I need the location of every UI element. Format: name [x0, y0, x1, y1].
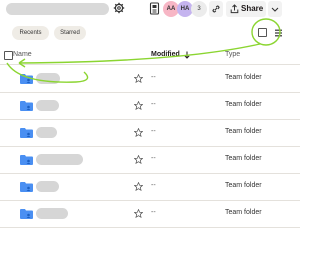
row-name-redacted[interactable]	[36, 100, 59, 111]
share-button[interactable]: Share	[226, 1, 266, 17]
team-folder-icon	[20, 182, 33, 192]
table-row[interactable]: -- Team folder	[0, 201, 300, 228]
team-folder-icon	[20, 128, 33, 138]
type-value: Team folder	[225, 182, 262, 189]
folder-title-redacted	[6, 3, 109, 15]
table-row[interactable]: -- Team folder	[0, 66, 300, 93]
row-name-redacted[interactable]	[36, 208, 68, 219]
type-value: Team folder	[225, 74, 262, 81]
table-row[interactable]: -- Team folder	[0, 120, 300, 147]
table-row[interactable]: -- Team folder	[0, 147, 300, 174]
share-button-label: Share	[241, 4, 264, 13]
document-icon[interactable]	[149, 2, 161, 15]
gear-icon[interactable]	[113, 2, 125, 14]
column-header-modified[interactable]: Modified	[151, 51, 180, 58]
arrow-down-icon[interactable]	[184, 51, 190, 59]
modified-value: --	[151, 128, 156, 135]
modified-value: --	[151, 155, 156, 162]
star-icon[interactable]	[134, 209, 143, 218]
modified-value: --	[151, 74, 156, 81]
top-bar: AA HA 3 Share	[0, 0, 300, 20]
star-icon[interactable]	[134, 128, 143, 137]
chevron-down-icon	[271, 7, 279, 12]
star-icon[interactable]	[134, 74, 143, 83]
share-options-button[interactable]	[268, 1, 282, 17]
row-name-redacted[interactable]	[36, 127, 57, 138]
table-row[interactable]: -- Team folder	[0, 93, 300, 120]
row-name-redacted[interactable]	[36, 73, 60, 84]
team-folder-icon	[20, 155, 33, 165]
column-header-name[interactable]: Name	[13, 51, 32, 58]
star-icon[interactable]	[134, 101, 143, 110]
team-folder-icon	[20, 74, 33, 84]
select-mode-checkbox[interactable]	[258, 28, 267, 37]
type-value: Team folder	[225, 128, 262, 135]
filter-chip-starred[interactable]: Starred	[54, 26, 86, 40]
filter-chip-recents[interactable]: Recents	[12, 26, 49, 40]
list-view-icon[interactable]	[275, 29, 282, 37]
modified-value: --	[151, 182, 156, 189]
modified-value: --	[151, 101, 156, 108]
member-count-badge[interactable]: 3	[191, 1, 207, 17]
link-icon	[212, 5, 220, 13]
type-value: Team folder	[225, 209, 262, 216]
share-upload-icon	[230, 4, 239, 14]
team-folder-icon	[20, 101, 33, 111]
table-header: Name Modified Type	[0, 47, 300, 65]
modified-value: --	[151, 209, 156, 216]
copy-link-button[interactable]	[209, 1, 223, 17]
star-icon[interactable]	[134, 155, 143, 164]
table-row[interactable]: -- Team folder	[0, 174, 300, 201]
column-header-type[interactable]: Type	[225, 51, 240, 58]
select-all-checkbox[interactable]	[4, 51, 13, 60]
type-value: Team folder	[225, 155, 262, 162]
star-icon[interactable]	[134, 182, 143, 191]
team-folder-icon	[20, 209, 33, 219]
type-value: Team folder	[225, 101, 262, 108]
row-name-redacted[interactable]	[36, 181, 59, 192]
row-name-redacted[interactable]	[36, 154, 83, 165]
